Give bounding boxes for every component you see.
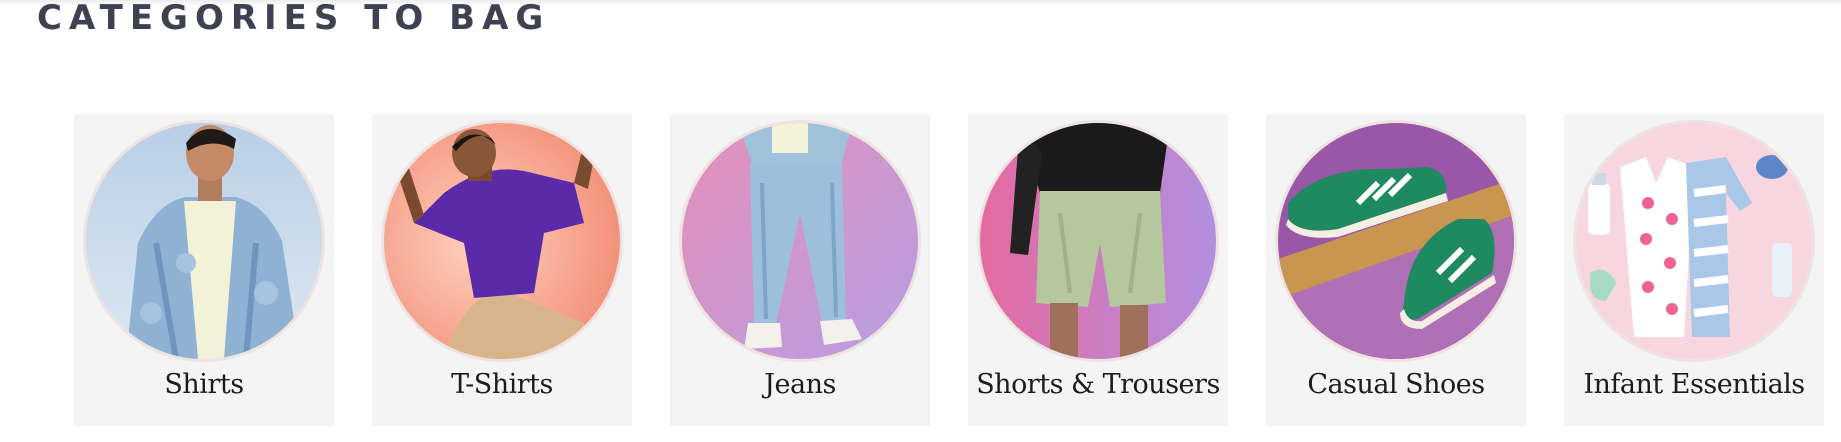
section-title: CATEGORIES TO BAG [37,0,551,38]
category-card-t-shirts[interactable]: T-Shirts [372,114,632,426]
category-card-infant-essentials[interactable]: Infant Essentials [1564,114,1824,426]
category-image-infant-essentials [1576,123,1812,359]
category-label: T-Shirts [451,369,553,400]
category-image-shirts [86,123,322,359]
category-image-shorts-trousers [980,123,1216,359]
category-label: Jeans [764,369,836,400]
category-card-shirts[interactable]: Shirts [74,114,334,426]
category-card-casual-shoes[interactable]: Casual Shoes [1266,114,1526,426]
category-label: Casual Shoes [1307,369,1485,400]
category-label: Shirts [164,369,244,400]
category-image-t-shirts [384,123,620,359]
category-image-casual-shoes [1278,123,1514,359]
category-image-jeans [682,123,918,359]
category-label: Shorts & Trousers [976,369,1220,400]
category-card-shorts-trousers[interactable]: Shorts & Trousers [968,114,1228,426]
category-label: Infant Essentials [1583,369,1805,400]
category-card-jeans[interactable]: Jeans [670,114,930,426]
